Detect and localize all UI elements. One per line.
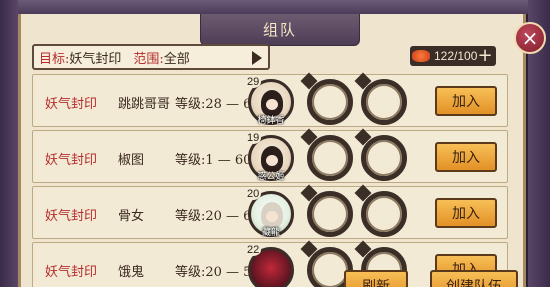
team-target: 妖气封印 <box>45 153 98 168</box>
empty-slot <box>361 135 407 181</box>
leader-avatar[interactable]: 19 惑公姬 <box>245 132 294 182</box>
filter-bar[interactable]: 目标: 妖气封印 范围: 全部 <box>32 44 270 70</box>
team-target: 妖气封印 <box>45 265 98 280</box>
team-level-range: 等级:1 — 60 <box>175 153 252 168</box>
close-button[interactable]: × <box>514 22 546 54</box>
avatar-name: 惑公姬 <box>257 172 285 182</box>
panel-title: 组队 <box>200 14 360 46</box>
leader-avatar[interactable]: 22 <box>245 244 294 287</box>
avatar-level: 29 <box>245 76 262 88</box>
avatar-level: 20 <box>245 188 262 200</box>
empty-slot <box>361 79 407 125</box>
team-row: 妖气封印 椒图 等级:1 — 60 19 惑公姬 加入 <box>32 130 508 183</box>
team-row: 妖气封印 骨女 等级:20 — 60 20 藏龍 加入 <box>32 186 508 239</box>
range-label: 范围: <box>133 51 164 67</box>
range-value: 全部 <box>163 51 190 67</box>
avatar-level: 19 <box>245 132 262 144</box>
empty-slot <box>307 191 353 237</box>
team-leader: 椒图 <box>118 153 145 168</box>
target-value: 妖气封印 <box>69 51 122 67</box>
avatar-level: 22 <box>245 244 262 256</box>
add-stamina-button[interactable]: + <box>476 47 494 65</box>
team-leader: 跳跳哥哥 <box>118 97 171 112</box>
background-left <box>0 0 18 287</box>
stamina-value: 122/100 <box>434 49 478 63</box>
team-leader: 饿鬼 <box>118 265 145 280</box>
team-target: 妖气封印 <box>45 97 98 112</box>
empty-slot <box>307 79 353 125</box>
avatar-name: 藏龍 <box>261 228 280 238</box>
play-arrow-icon[interactable] <box>252 51 262 65</box>
stamina-icon <box>412 50 430 62</box>
join-button[interactable]: 加入 <box>435 142 497 172</box>
refresh-button[interactable]: 刷新 <box>344 270 408 287</box>
join-button[interactable]: 加入 <box>435 86 497 116</box>
leader-avatar[interactable]: 29 椅鉢香 <box>245 76 294 126</box>
leader-avatar[interactable]: 20 藏龍 <box>245 188 294 238</box>
empty-slot <box>307 135 353 181</box>
close-icon: × <box>521 26 539 50</box>
team-target: 妖气封印 <box>45 209 98 224</box>
join-button[interactable]: 加入 <box>435 198 497 228</box>
team-leader: 骨女 <box>118 209 145 224</box>
team-row: 妖气封印 跳跳哥哥 等级:28 — 60 29 椅鉢香 加入 <box>32 74 508 127</box>
create-team-button[interactable]: 创建队伍 <box>430 270 518 287</box>
avatar-name: 椅鉢香 <box>257 116 285 126</box>
top-band <box>0 0 550 14</box>
stamina-counter: 122/100 + <box>410 46 496 66</box>
empty-slot <box>361 191 407 237</box>
target-label: 目标: <box>39 51 70 67</box>
